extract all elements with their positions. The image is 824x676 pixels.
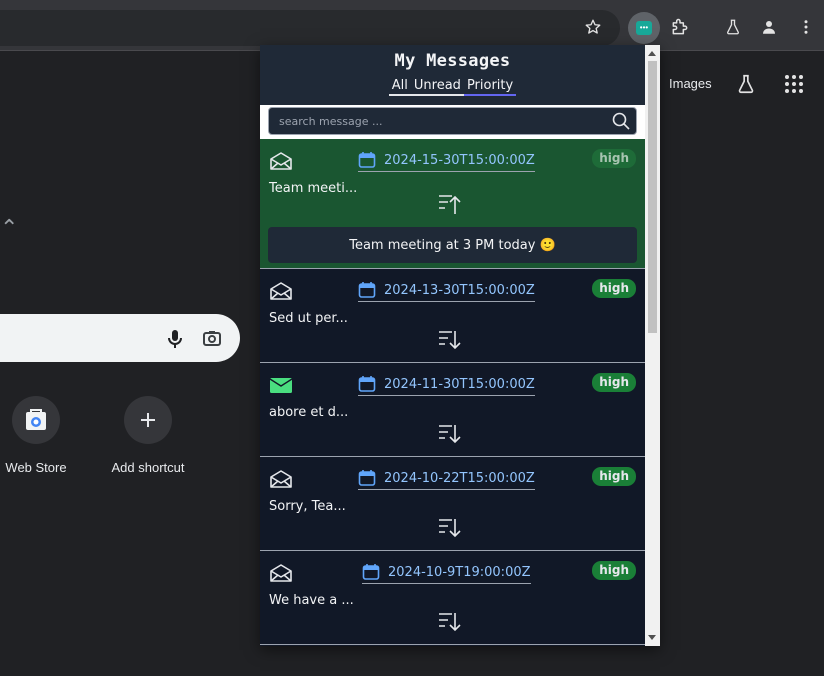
popup-header: My Messages All Unread Priority — [260, 45, 645, 105]
message-preview: We have a ... — [269, 593, 354, 608]
priority-badge: high — [592, 467, 636, 486]
shortcut-label-web-store: Web Store — [5, 460, 67, 475]
collapse-sort-up-icon[interactable] — [438, 193, 462, 220]
envelope-open-icon — [269, 563, 293, 588]
tab-priority[interactable]: Priority — [463, 78, 517, 96]
message-item[interactable]: 2024-10-9T19:00:00Z high We have a ... — [260, 551, 645, 645]
envelope-open-icon — [269, 281, 293, 306]
menu-icon[interactable] — [797, 18, 815, 36]
message-date: 2024-11-30T15:00:00Z — [384, 376, 535, 392]
priority-badge: high — [592, 279, 636, 298]
message-date-link[interactable]: 2024-10-22T15:00:00Z — [358, 469, 535, 490]
message-date-link[interactable]: 2024-10-9T19:00:00Z — [362, 563, 531, 584]
priority-badge: high — [592, 373, 636, 392]
message-item[interactable]: 2024-15-30T15:00:00Z high Team meeti... … — [260, 139, 645, 269]
message-preview: Sorry, Tea... — [269, 499, 346, 514]
tab-unread[interactable]: Unread — [410, 78, 464, 96]
message-preview: Sed ut per... — [269, 311, 348, 326]
plus-icon — [141, 413, 155, 427]
tab-all[interactable]: All — [388, 78, 411, 96]
google-logo-fragment: ⌃ — [0, 215, 19, 240]
star-icon[interactable] — [584, 18, 602, 36]
message-item[interactable]: 2024-13-30T15:00:00Z high Sed ut per... — [260, 269, 645, 363]
popup-title: My Messages — [394, 51, 511, 71]
message-list: 2024-15-30T15:00:00Z high Team meeti... … — [260, 139, 645, 645]
google-search-box[interactable] — [0, 314, 240, 362]
message-date: 2024-10-22T15:00:00Z — [384, 470, 535, 486]
expand-sort-down-icon[interactable] — [438, 423, 462, 450]
message-date-link[interactable]: 2024-15-30T15:00:00Z — [358, 151, 535, 172]
apps-grid-icon[interactable] — [784, 74, 804, 94]
microphone-icon[interactable] — [166, 329, 184, 349]
web-store-icon — [26, 409, 46, 430]
shortcut-label-add: Add shortcut — [111, 460, 185, 475]
message-date-link[interactable]: 2024-11-30T15:00:00Z — [358, 375, 535, 396]
message-item[interactable]: 2024-11-30T15:00:00Z high abore et d... — [260, 363, 645, 457]
scroll-down-arrow-icon[interactable] — [648, 635, 656, 640]
expand-sort-down-icon[interactable] — [438, 517, 462, 544]
web-store-shortcut[interactable] — [12, 396, 60, 444]
filter-tabs: All Unread Priority — [388, 78, 517, 96]
envelope-open-icon — [269, 469, 293, 494]
message-item[interactable]: 2024-10-22T15:00:00Z high Sorry, Tea... — [260, 457, 645, 551]
priority-badge: high — [592, 561, 636, 580]
calendar-icon — [358, 282, 376, 298]
labs-flask-icon[interactable] — [735, 73, 757, 95]
message-body: Team meeting at 3 PM today 🙂 — [268, 227, 637, 263]
popup-content: My Messages All Unread Priority search m… — [260, 45, 645, 646]
calendar-icon — [358, 152, 376, 168]
messages-popup: My Messages All Unread Priority search m… — [260, 45, 660, 646]
add-shortcut-button[interactable] — [124, 396, 172, 444]
message-preview: abore et d... — [269, 405, 349, 420]
puzzle-icon[interactable] — [670, 17, 690, 37]
search-bar — [260, 105, 645, 139]
calendar-icon — [358, 470, 376, 486]
search-field — [268, 107, 637, 135]
priority-badge: high — [592, 149, 636, 168]
flask-icon[interactable] — [724, 18, 742, 36]
message-date: 2024-13-30T15:00:00Z — [384, 282, 535, 298]
message-date-link[interactable]: 2024-13-30T15:00:00Z — [358, 281, 535, 302]
message-preview: Team meeti... — [269, 181, 358, 196]
images-link[interactable]: Images — [669, 76, 712, 91]
expand-sort-down-icon[interactable] — [438, 611, 462, 638]
search-input[interactable] — [269, 113, 581, 129]
profile-icon[interactable] — [760, 18, 778, 36]
extension-chip-icon: ••• — [636, 21, 652, 35]
scrollbar-thumb[interactable] — [648, 61, 657, 333]
omnibox[interactable] — [0, 10, 620, 46]
envelope-closed-icon — [269, 375, 293, 400]
popup-scrollbar[interactable] — [645, 45, 660, 646]
calendar-icon — [358, 376, 376, 392]
scroll-up-arrow-icon[interactable] — [648, 51, 656, 56]
expand-sort-down-icon[interactable] — [438, 329, 462, 356]
camera-icon[interactable] — [203, 330, 221, 346]
calendar-icon — [362, 564, 380, 580]
message-date: 2024-15-30T15:00:00Z — [384, 152, 535, 168]
message-date: 2024-10-9T19:00:00Z — [388, 564, 531, 580]
envelope-open-icon — [269, 151, 293, 176]
search-icon[interactable] — [612, 112, 630, 135]
message-extension-button[interactable]: ••• — [628, 12, 660, 44]
